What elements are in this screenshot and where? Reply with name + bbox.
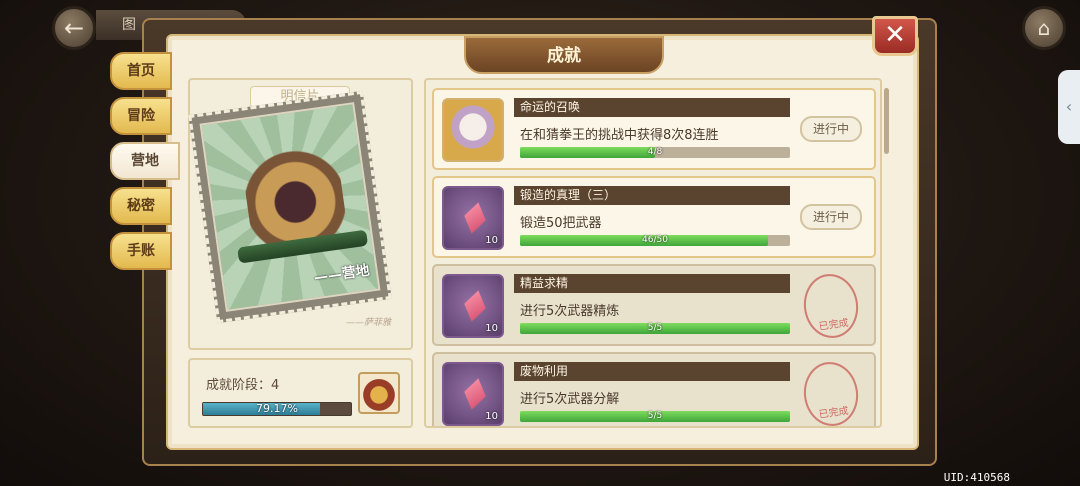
achievement-progress-bar: 4/8 [520, 147, 790, 158]
home-icon: ⌂ [1037, 16, 1051, 40]
achievement-title: 废物利用 [514, 362, 790, 381]
user-id: UID:410568 [943, 471, 1010, 484]
postcard-stamp[interactable]: ——营地 [188, 90, 392, 324]
tab-adventure[interactable]: 冒险 [110, 97, 172, 135]
stamp-image: ——营地 [199, 102, 381, 312]
character-avatar-icon [442, 98, 504, 162]
achievement-desc: 锻造50把武器 [520, 216, 602, 231]
window-title: 成就 [464, 36, 664, 74]
achievement-item: 命运的召唤 在和猜拳王的挑战中获得8次8连胜 4/8 进行中 [432, 88, 876, 170]
chevron-left-icon: ‹ [1065, 97, 1073, 116]
achievement-title: 命运的召唤 [514, 98, 790, 117]
home-button[interactable]: ⌂ [1022, 6, 1066, 50]
achievement-desc: 进行5次武器分解 [520, 392, 620, 407]
achievement-progress-text: 46/50 [642, 235, 668, 245]
achievement-progress-bar: 46/50 [520, 235, 790, 246]
achievement-desc: 在和猜拳王的挑战中获得8次8连胜 [520, 128, 719, 143]
achievement-progress-text: 5/5 [647, 323, 663, 333]
completed-stamp: 已完成 [799, 358, 863, 426]
achievement-item: 10 锻造的真理（三） 锻造50把武器 46/50 进行中 [432, 176, 876, 258]
achievement-list[interactable]: 命运的召唤 在和猜拳王的挑战中获得8次8连胜 4/8 进行中 10 锻造的真理（… [424, 78, 882, 428]
treasure-chest-icon[interactable] [358, 372, 400, 414]
achievement-progress-text: 4/8 [647, 147, 663, 157]
back-button[interactable]: ← [52, 6, 96, 50]
tab-home[interactable]: 首页 [110, 52, 172, 90]
postcard-signature: ——萨菲雅 [345, 318, 391, 328]
achievement-item: 10 精益求精 进行5次武器精炼 5/5 已完成 [432, 264, 876, 346]
status-button[interactable]: 进行中 [800, 116, 862, 142]
stamp-caption: ——营地 [313, 262, 371, 287]
achievement-title: 精益求精 [514, 274, 790, 293]
tab-secret[interactable]: 秘密 [110, 187, 172, 225]
postcard-panel: 明信片 ——营地 ——萨菲雅 [188, 78, 413, 350]
back-arrow-icon: ← [63, 14, 85, 42]
achievement-progress-text: 5/5 [647, 411, 663, 421]
reward-count: 10 [485, 323, 498, 334]
reward-count: 10 [485, 235, 498, 246]
tab-journal[interactable]: 手账 [110, 232, 172, 270]
completed-stamp: 已完成 [799, 270, 863, 342]
close-icon: ✕ [884, 20, 906, 50]
side-tabs: 首页 冒险 营地 秘密 手账 [110, 52, 180, 277]
achievement-progress-bar: 5/5 [520, 323, 790, 334]
crystal-shape [461, 376, 489, 412]
list-scrollbar[interactable] [884, 88, 889, 154]
pink-crystal-icon: 10 [442, 186, 504, 250]
stage-progress-text: 79.17% [256, 402, 298, 415]
pink-crystal-icon: 10 [442, 274, 504, 338]
achievement-progress-bar: 5/5 [520, 411, 790, 422]
achievement-item: 10 废物利用 进行5次武器分解 5/5 已完成 [432, 352, 876, 426]
pink-crystal-icon: 10 [442, 362, 504, 426]
stage-progress-bar: 79.17% [202, 402, 352, 416]
tab-camp[interactable]: 营地 [110, 142, 180, 180]
achievement-title: 锻造的真理（三） [514, 186, 790, 205]
status-button[interactable]: 进行中 [800, 204, 862, 230]
reward-count: 10 [485, 411, 498, 422]
achievement-desc: 进行5次武器精炼 [520, 304, 620, 319]
stage-panel: 成就阶段：4 79.17% [188, 358, 413, 428]
crystal-shape [461, 200, 489, 236]
crystal-shape [461, 288, 489, 324]
stage-label: 成就阶段：4 [206, 378, 280, 393]
side-panel-handle[interactable]: ‹ [1058, 70, 1080, 144]
close-button[interactable]: ✕ [872, 16, 918, 56]
